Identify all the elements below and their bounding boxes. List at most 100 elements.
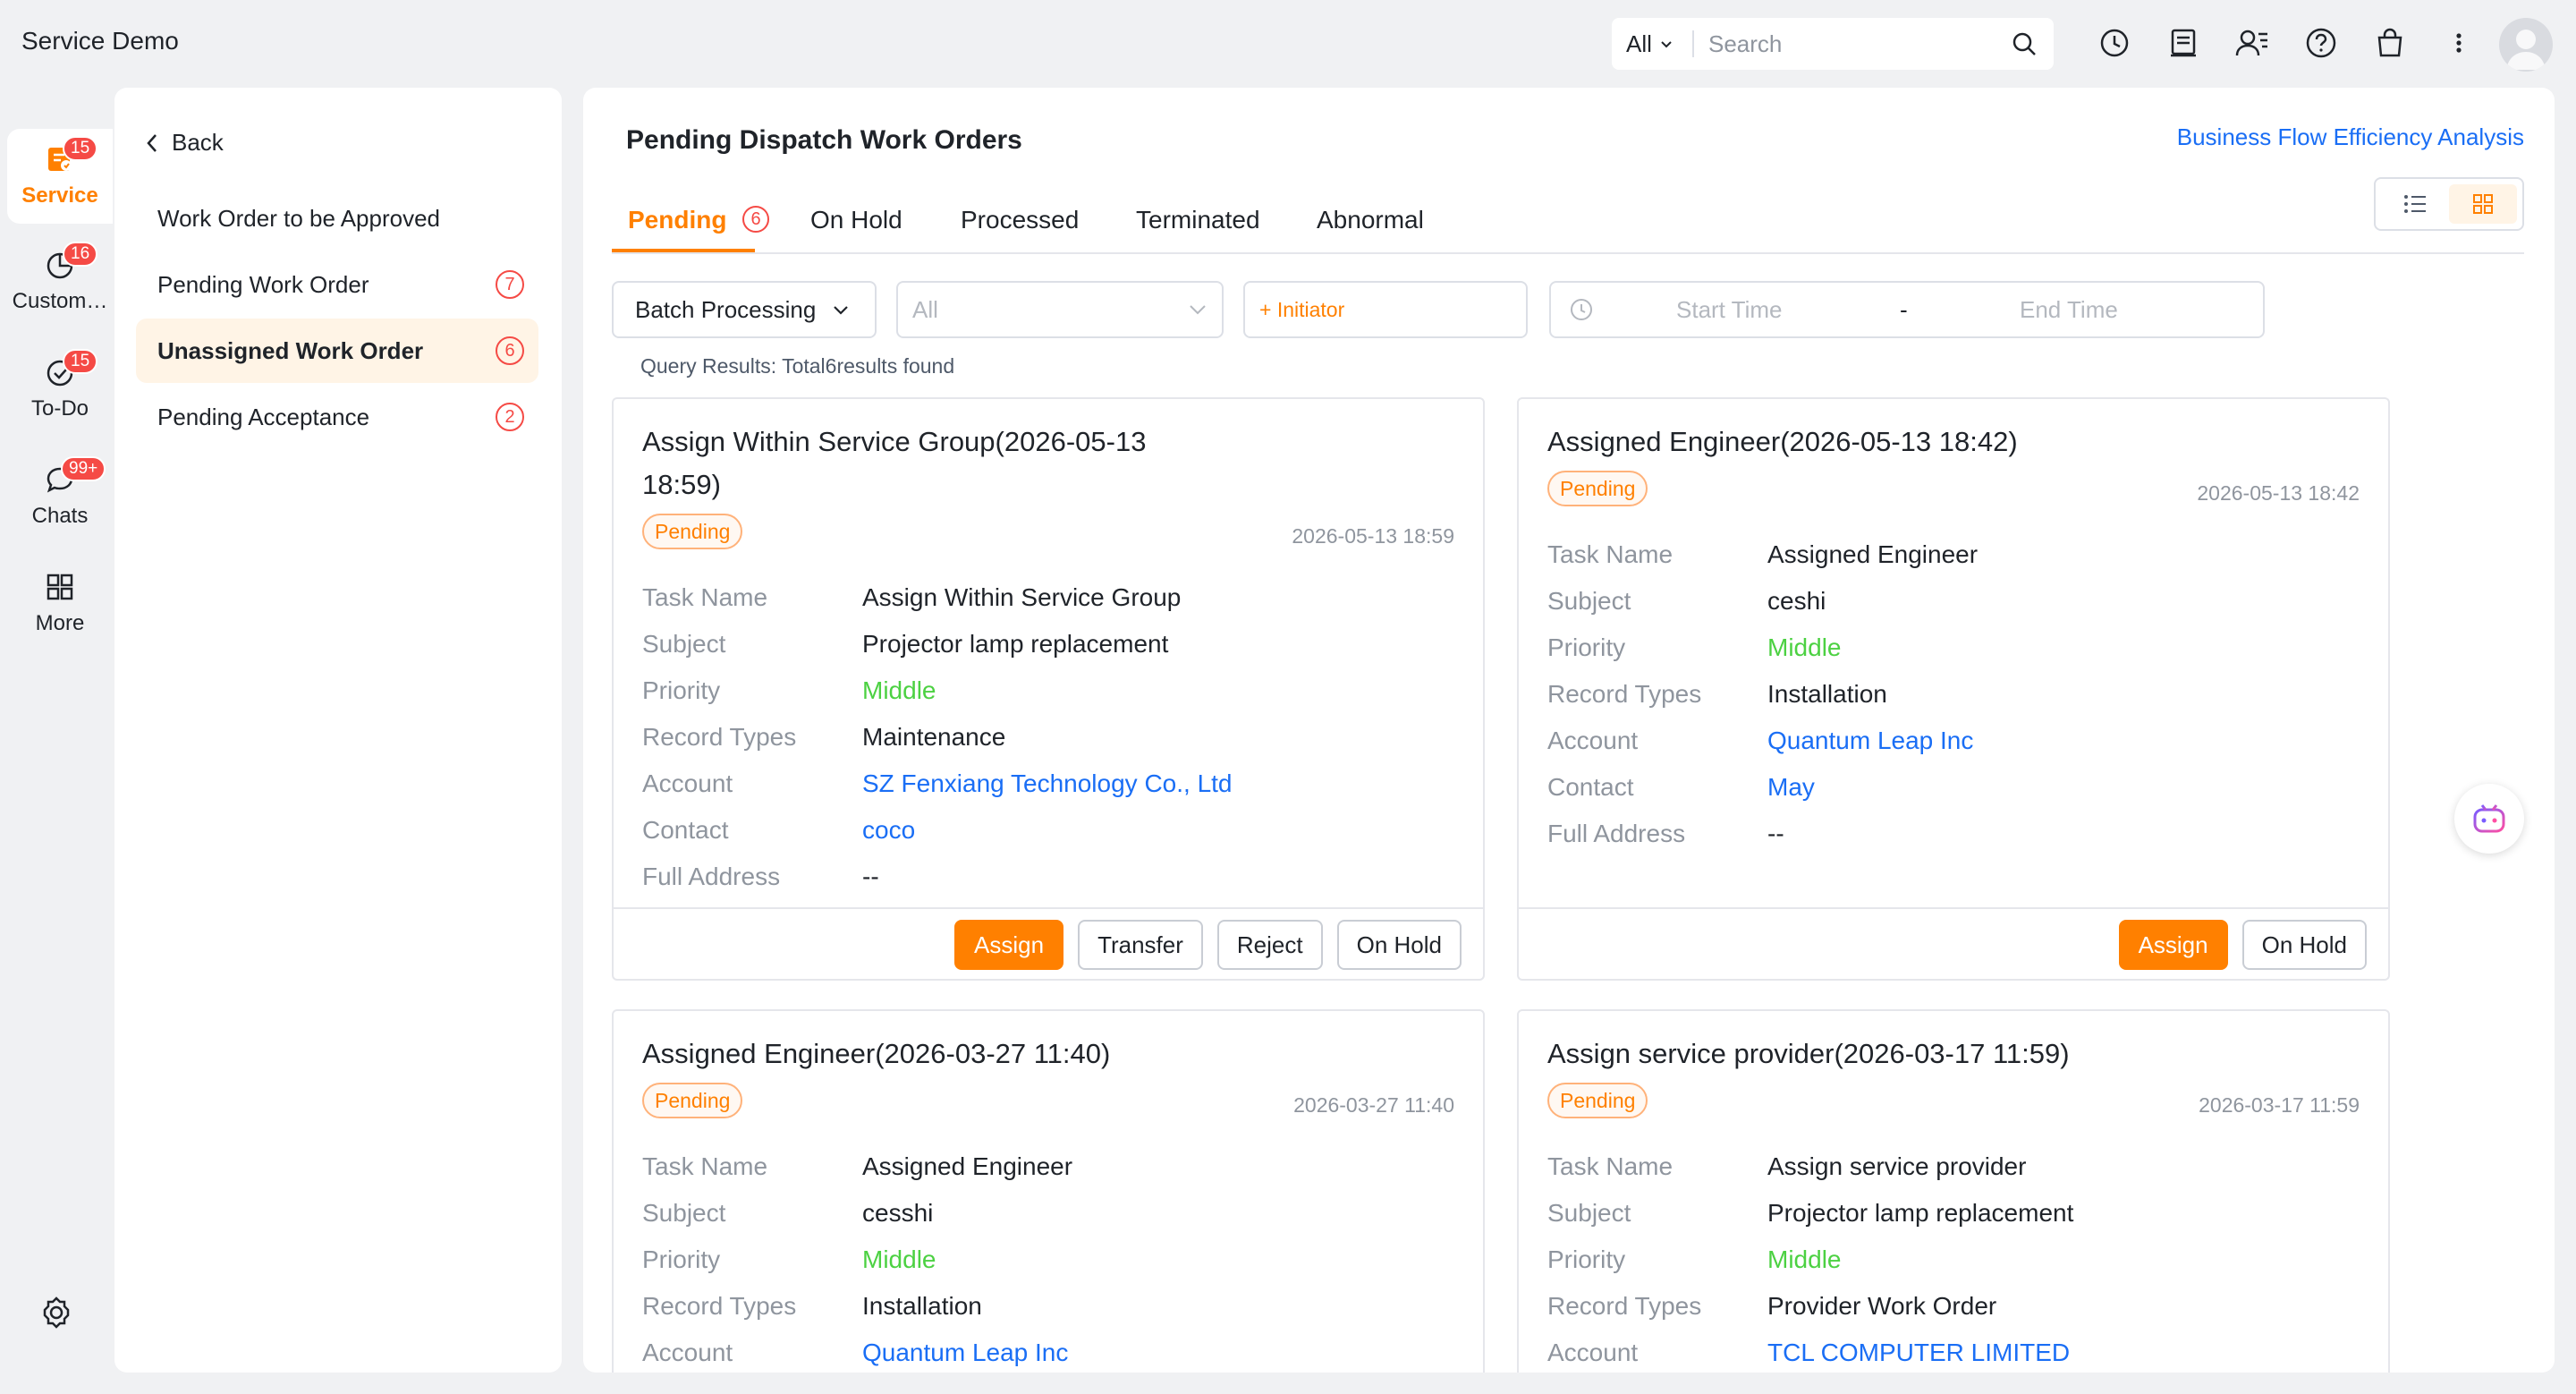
- field-label: Record Types: [642, 1292, 797, 1320]
- task-name-value: Assigned Engineer: [862, 1152, 1073, 1180]
- tab-abnormal[interactable]: Abnormal: [1317, 206, 1424, 234]
- bag-icon[interactable]: [2372, 25, 2408, 61]
- field-label: Subject: [1547, 587, 1631, 615]
- assign-button[interactable]: Assign: [2118, 920, 2228, 970]
- grid-icon: [47, 574, 73, 600]
- field-label: Account: [642, 769, 733, 797]
- count-badge: 6: [496, 336, 524, 365]
- all-select[interactable]: All: [896, 281, 1224, 338]
- tab-on-hold[interactable]: On Hold: [810, 206, 902, 234]
- rail-badge: 15: [63, 349, 98, 374]
- work-order-card[interactable]: Assigned Engineer(2026-05-13 18:42) Pend…: [1517, 397, 2390, 981]
- initiator-filter[interactable]: + Initiator: [1243, 281, 1528, 338]
- rail-item-chats[interactable]: 99+ Chats: [7, 449, 113, 544]
- search-scope-select[interactable]: All: [1612, 30, 1694, 57]
- priority-value: Middle: [862, 1245, 936, 1273]
- card-title: Assign Within Service Group(2026-05-13 1…: [642, 426, 1147, 500]
- nav-item-pending-acceptance[interactable]: Pending Acceptance 2: [136, 385, 538, 449]
- date-range-picker[interactable]: Start Time - End Time: [1549, 281, 2265, 338]
- subject-value: cesshi: [862, 1199, 934, 1227]
- card-date: 2026-03-27 11:40: [1293, 1093, 1454, 1117]
- work-order-card[interactable]: Assign Within Service Group(2026-05-13 1…: [612, 397, 1485, 981]
- search-input[interactable]: [1708, 30, 1995, 58]
- on-hold-button[interactable]: On Hold: [1336, 920, 1462, 970]
- rail-item-more[interactable]: More: [7, 557, 113, 651]
- record-type-value: Provider Work Order: [1767, 1292, 1997, 1320]
- status-badge: Pending: [642, 1083, 743, 1118]
- tab-pending[interactable]: Pending 6: [628, 206, 769, 234]
- account-link[interactable]: Quantum Leap Inc: [1767, 727, 1973, 755]
- task-name-value: Assign service provider: [1767, 1152, 2027, 1180]
- back-button[interactable]: Back: [145, 129, 224, 157]
- card-title: Assigned Engineer(2026-03-27 11:40): [642, 1038, 1111, 1069]
- rail-item-todo[interactable]: 15 To-Do: [7, 342, 113, 437]
- account-link[interactable]: SZ Fenxiang Technology Co., Ltd: [862, 769, 1233, 798]
- clock-icon[interactable]: [2097, 25, 2132, 61]
- account-link[interactable]: TCL COMPUTER LIMITED: [1767, 1339, 2070, 1367]
- list-icon: [2404, 195, 2426, 213]
- query-results-text: Query Results: Total6results found: [640, 354, 955, 378]
- on-hold-button[interactable]: On Hold: [2241, 920, 2367, 970]
- card-title: Assigned Engineer(2026-05-13 18:42): [1547, 426, 2018, 457]
- field-label: Task Name: [642, 583, 768, 611]
- global-search: All: [1612, 18, 2054, 70]
- nav-item-pending-work-order[interactable]: Pending Work Order 7: [136, 252, 538, 317]
- field-label: Record Types: [642, 723, 797, 751]
- search-icon[interactable]: [2011, 30, 2038, 57]
- end-time-placeholder[interactable]: End Time: [2020, 296, 2118, 324]
- card-actions: Assign Transfer Reject On Hold: [614, 907, 1483, 979]
- nav-item-label: Pending Acceptance: [157, 403, 370, 430]
- start-time-placeholder[interactable]: Start Time: [1676, 296, 1782, 324]
- grid-view-icon: [2473, 194, 2493, 214]
- card-fields: Task Name Assigned Engineer Subject cesshi…: [642, 1143, 1072, 1373]
- account-link[interactable]: Quantum Leap Inc: [862, 1339, 1068, 1367]
- rail-badge: 99+: [61, 456, 106, 481]
- chevron-left-icon: [147, 133, 157, 152]
- priority-value: Middle: [1767, 1245, 1842, 1273]
- nav-item-unassigned-work-order[interactable]: Unassigned Work Order 6: [136, 319, 538, 383]
- priority-value: Middle: [862, 676, 936, 704]
- field-label: Record Types: [1547, 680, 1702, 708]
- reject-button[interactable]: Reject: [1216, 920, 1323, 970]
- batch-processing-dropdown[interactable]: Batch Processing: [612, 281, 877, 338]
- rail-label: Service: [21, 183, 98, 208]
- field-label: Account: [1547, 1339, 1639, 1366]
- assign-button[interactable]: Assign: [954, 920, 1064, 970]
- task-name-value: Assigned Engineer: [1767, 540, 1979, 568]
- contact-link[interactable]: coco: [862, 816, 915, 845]
- field-label: Subject: [642, 1199, 726, 1227]
- field-label: Full Address: [1547, 820, 1686, 847]
- field-label: Priority: [642, 676, 721, 704]
- ai-assistant-button[interactable]: [2454, 784, 2524, 854]
- rail-badge: 16: [63, 242, 98, 267]
- work-order-card[interactable]: Assign service provider(2026-03-17 11:59…: [1517, 1009, 2390, 1373]
- rail-item-service[interactable]: 15 Service: [7, 129, 113, 224]
- robot-icon: [2473, 804, 2505, 833]
- field-label: Record Types: [1547, 1292, 1702, 1320]
- nav-item-label: Pending Work Order: [157, 270, 369, 298]
- card-view-button[interactable]: [2449, 184, 2517, 224]
- tab-label: Pending: [628, 206, 727, 234]
- more-vertical-icon[interactable]: [2441, 25, 2477, 61]
- contacts-icon[interactable]: [2234, 25, 2270, 61]
- help-icon[interactable]: [2303, 25, 2339, 61]
- field-label: Priority: [642, 1245, 721, 1273]
- rail-label: Custom…: [12, 289, 108, 313]
- tab-processed[interactable]: Processed: [961, 206, 1079, 234]
- status-badge: Pending: [642, 514, 743, 549]
- gear-icon[interactable]: [39, 1296, 73, 1334]
- rail-item-customer[interactable]: 16 Custom…: [7, 234, 113, 329]
- nav-item-work-order-approved[interactable]: Work Order to be Approved: [136, 186, 538, 251]
- initiator-label: + Initiator: [1259, 297, 1345, 321]
- analysis-link[interactable]: Business Flow Efficiency Analysis: [2177, 123, 2524, 151]
- tab-terminated[interactable]: Terminated: [1136, 206, 1260, 234]
- ledger-icon[interactable]: [2165, 25, 2201, 61]
- field-label: Priority: [1547, 633, 1626, 661]
- subject-value: Projector lamp replacement: [1767, 1199, 2074, 1227]
- transfer-button[interactable]: Transfer: [1078, 920, 1203, 970]
- contact-link[interactable]: May: [1767, 773, 1815, 802]
- avatar[interactable]: [2499, 18, 2553, 72]
- status-badge: Pending: [1547, 1083, 1648, 1118]
- work-order-card[interactable]: Assigned Engineer(2026-03-27 11:40) Pend…: [612, 1009, 1485, 1373]
- list-view-button[interactable]: [2381, 184, 2449, 224]
